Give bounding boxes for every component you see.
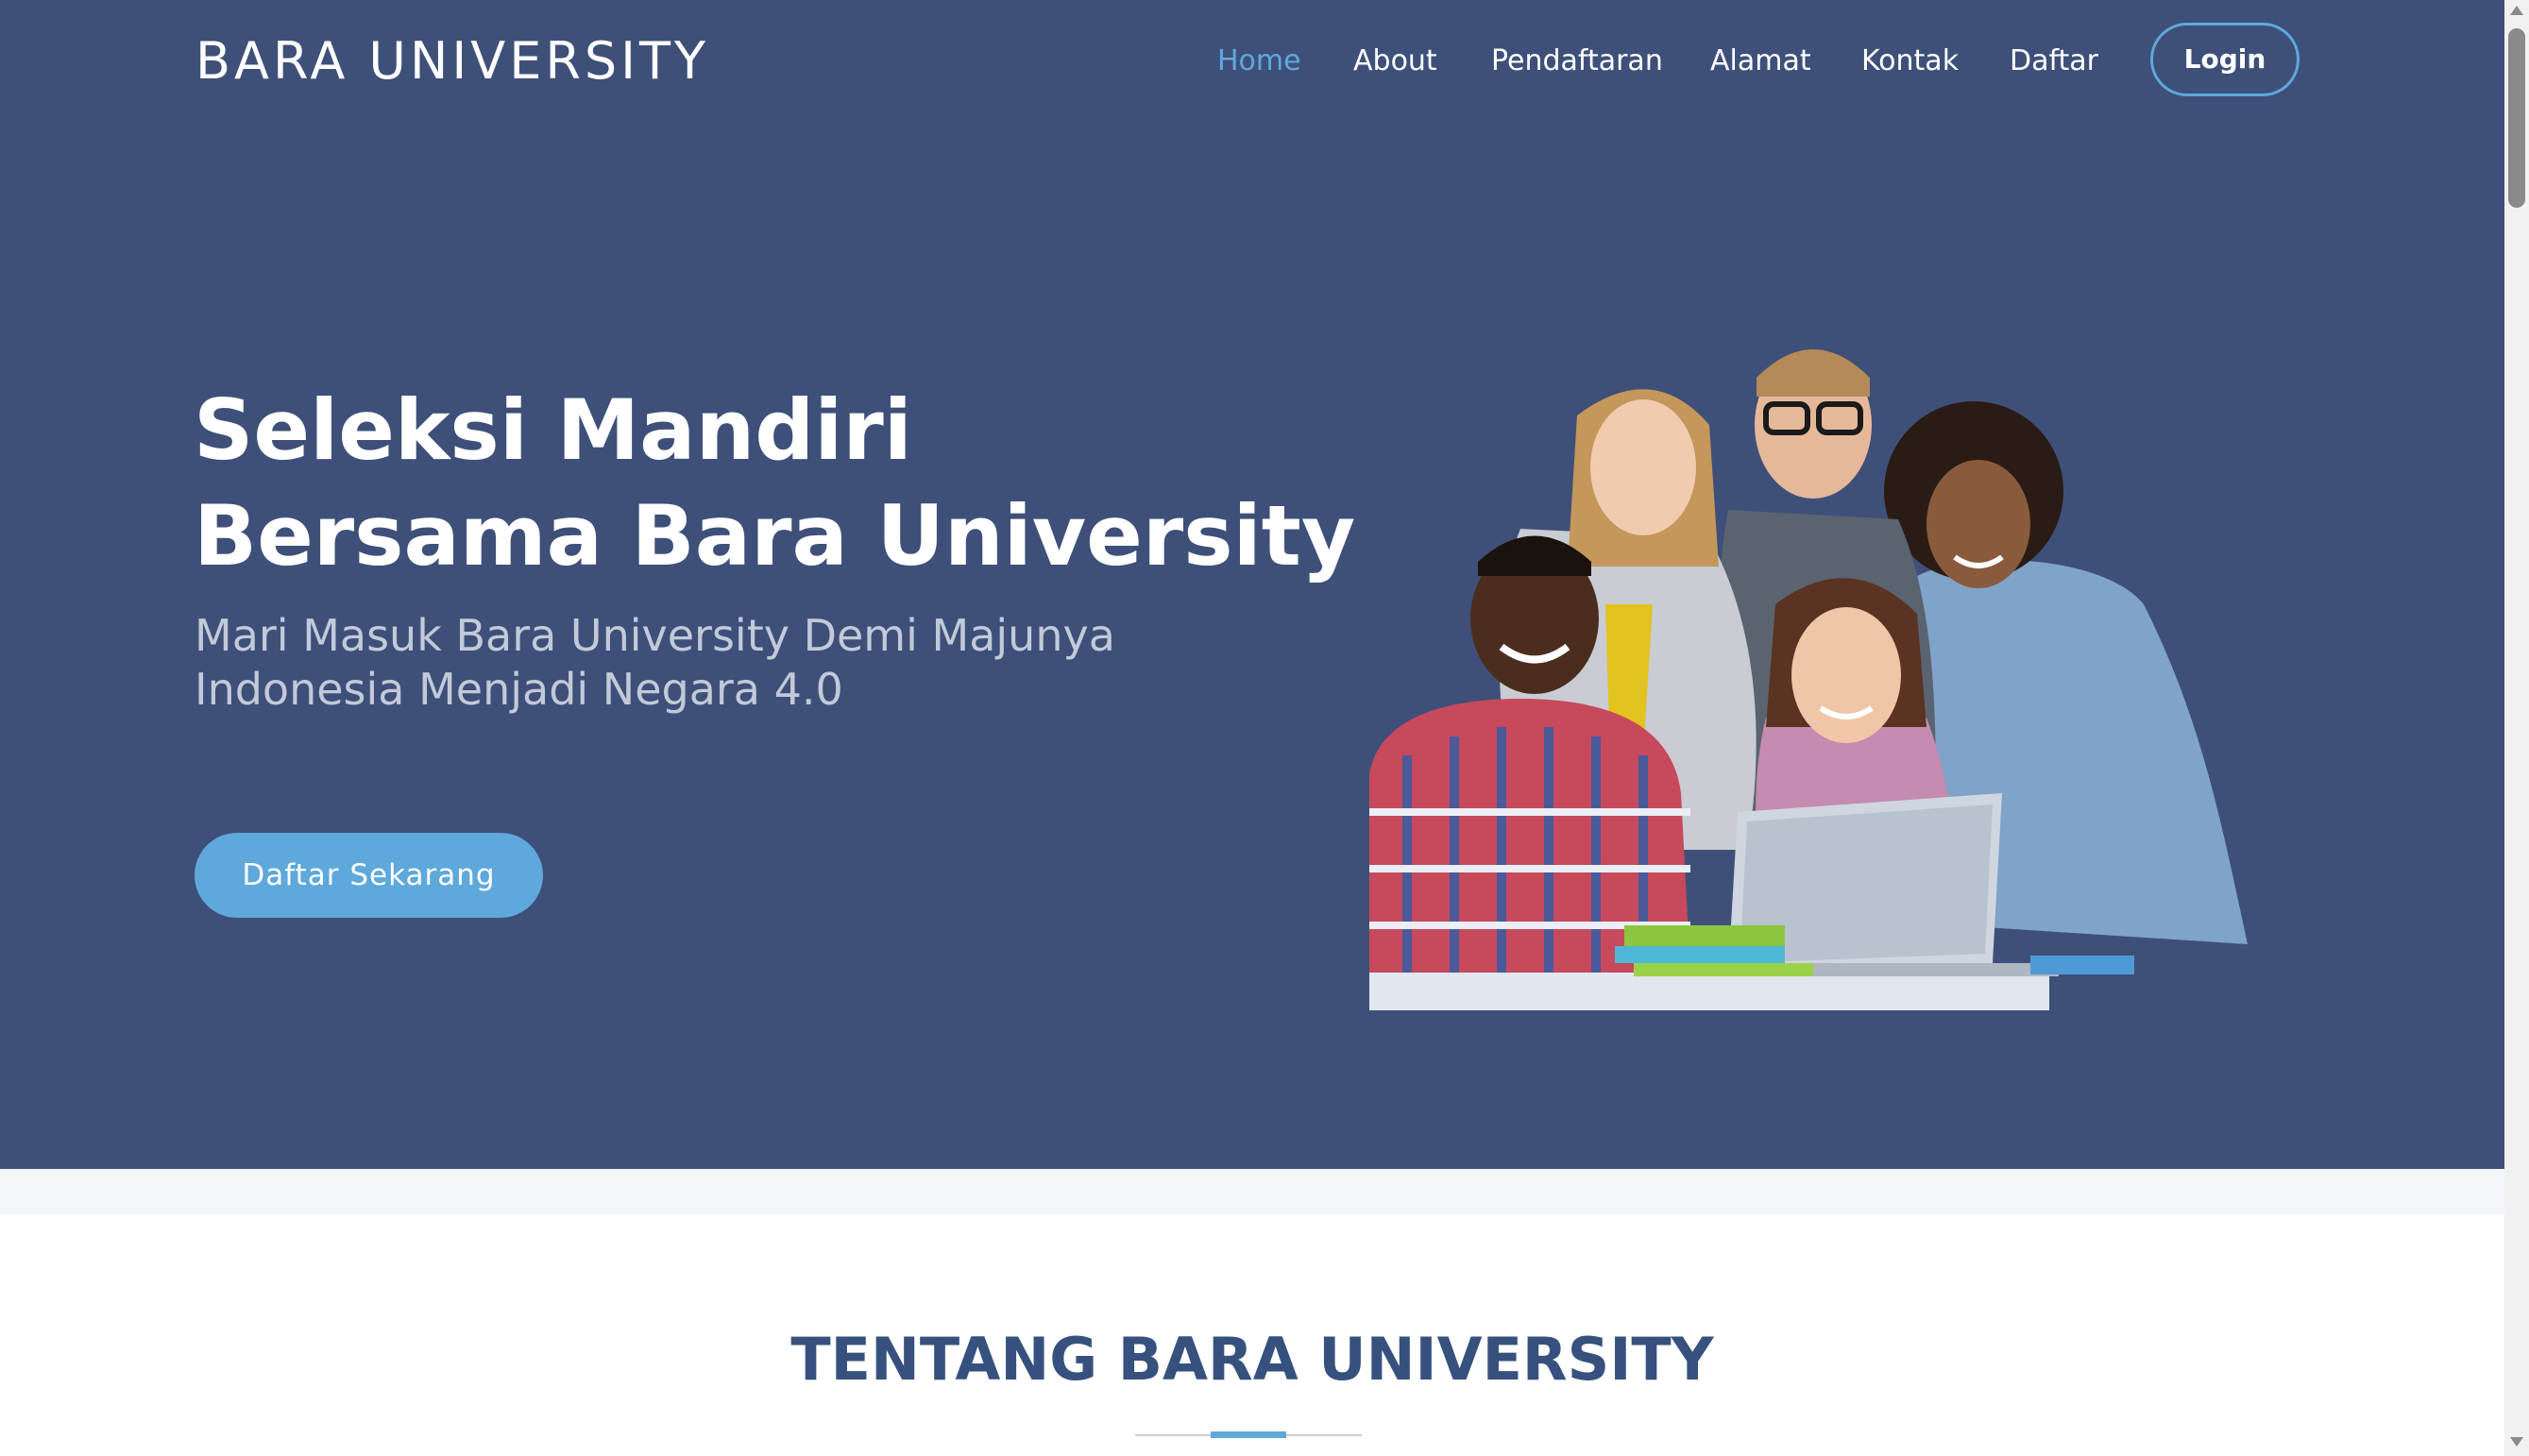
- nav-kontak[interactable]: Kontak: [1861, 28, 1959, 94]
- section-divider-strip: [0, 1169, 2504, 1214]
- main-nav: Home About Pendaftaran Alamat Kontak Daf…: [0, 28, 2504, 94]
- nav-about[interactable]: About: [1353, 28, 1437, 94]
- nav-daftar[interactable]: Daftar: [2010, 28, 2098, 94]
- hero-subtitle: Mari Masuk Bara University Demi Majunya …: [195, 609, 1139, 717]
- nav-home[interactable]: Home: [1217, 28, 1301, 94]
- about-section-title: TENTANG BARA UNIVERSITY: [790, 1325, 1714, 1394]
- login-button[interactable]: Login: [2150, 23, 2300, 96]
- landing-page: BARA UNIVERSITY Home About Pendaftaran A…: [0, 0, 2504, 1456]
- hero-title-line1: Seleksi Mandiri: [194, 381, 912, 479]
- nav-alamat[interactable]: Alamat: [1710, 28, 1811, 94]
- scrollbar-thumb[interactable]: [2508, 28, 2525, 208]
- hero-title: Seleksi Mandiri Bersama Bara University: [194, 378, 1355, 589]
- hero-title-line2: Bersama Bara University: [194, 487, 1356, 584]
- title-underline-accent: [1211, 1431, 1286, 1438]
- scroll-down-arrow-icon[interactable]: [2510, 1437, 2523, 1447]
- students-hero-image: [1369, 349, 2248, 1010]
- scroll-up-arrow-icon[interactable]: [2510, 6, 2523, 15]
- nav-pendaftaran[interactable]: Pendaftaran: [1491, 28, 1663, 94]
- hero-section: BARA UNIVERSITY Home About Pendaftaran A…: [0, 0, 2504, 1169]
- hero-subtitle-line1: Mari Masuk Bara University Demi Majunya: [195, 610, 1115, 661]
- hero-subtitle-line2: Indonesia Menjadi Negara 4.0: [195, 664, 843, 715]
- page-scrollbar[interactable]: [2504, 0, 2529, 1456]
- register-now-button[interactable]: Daftar Sekarang: [195, 833, 543, 918]
